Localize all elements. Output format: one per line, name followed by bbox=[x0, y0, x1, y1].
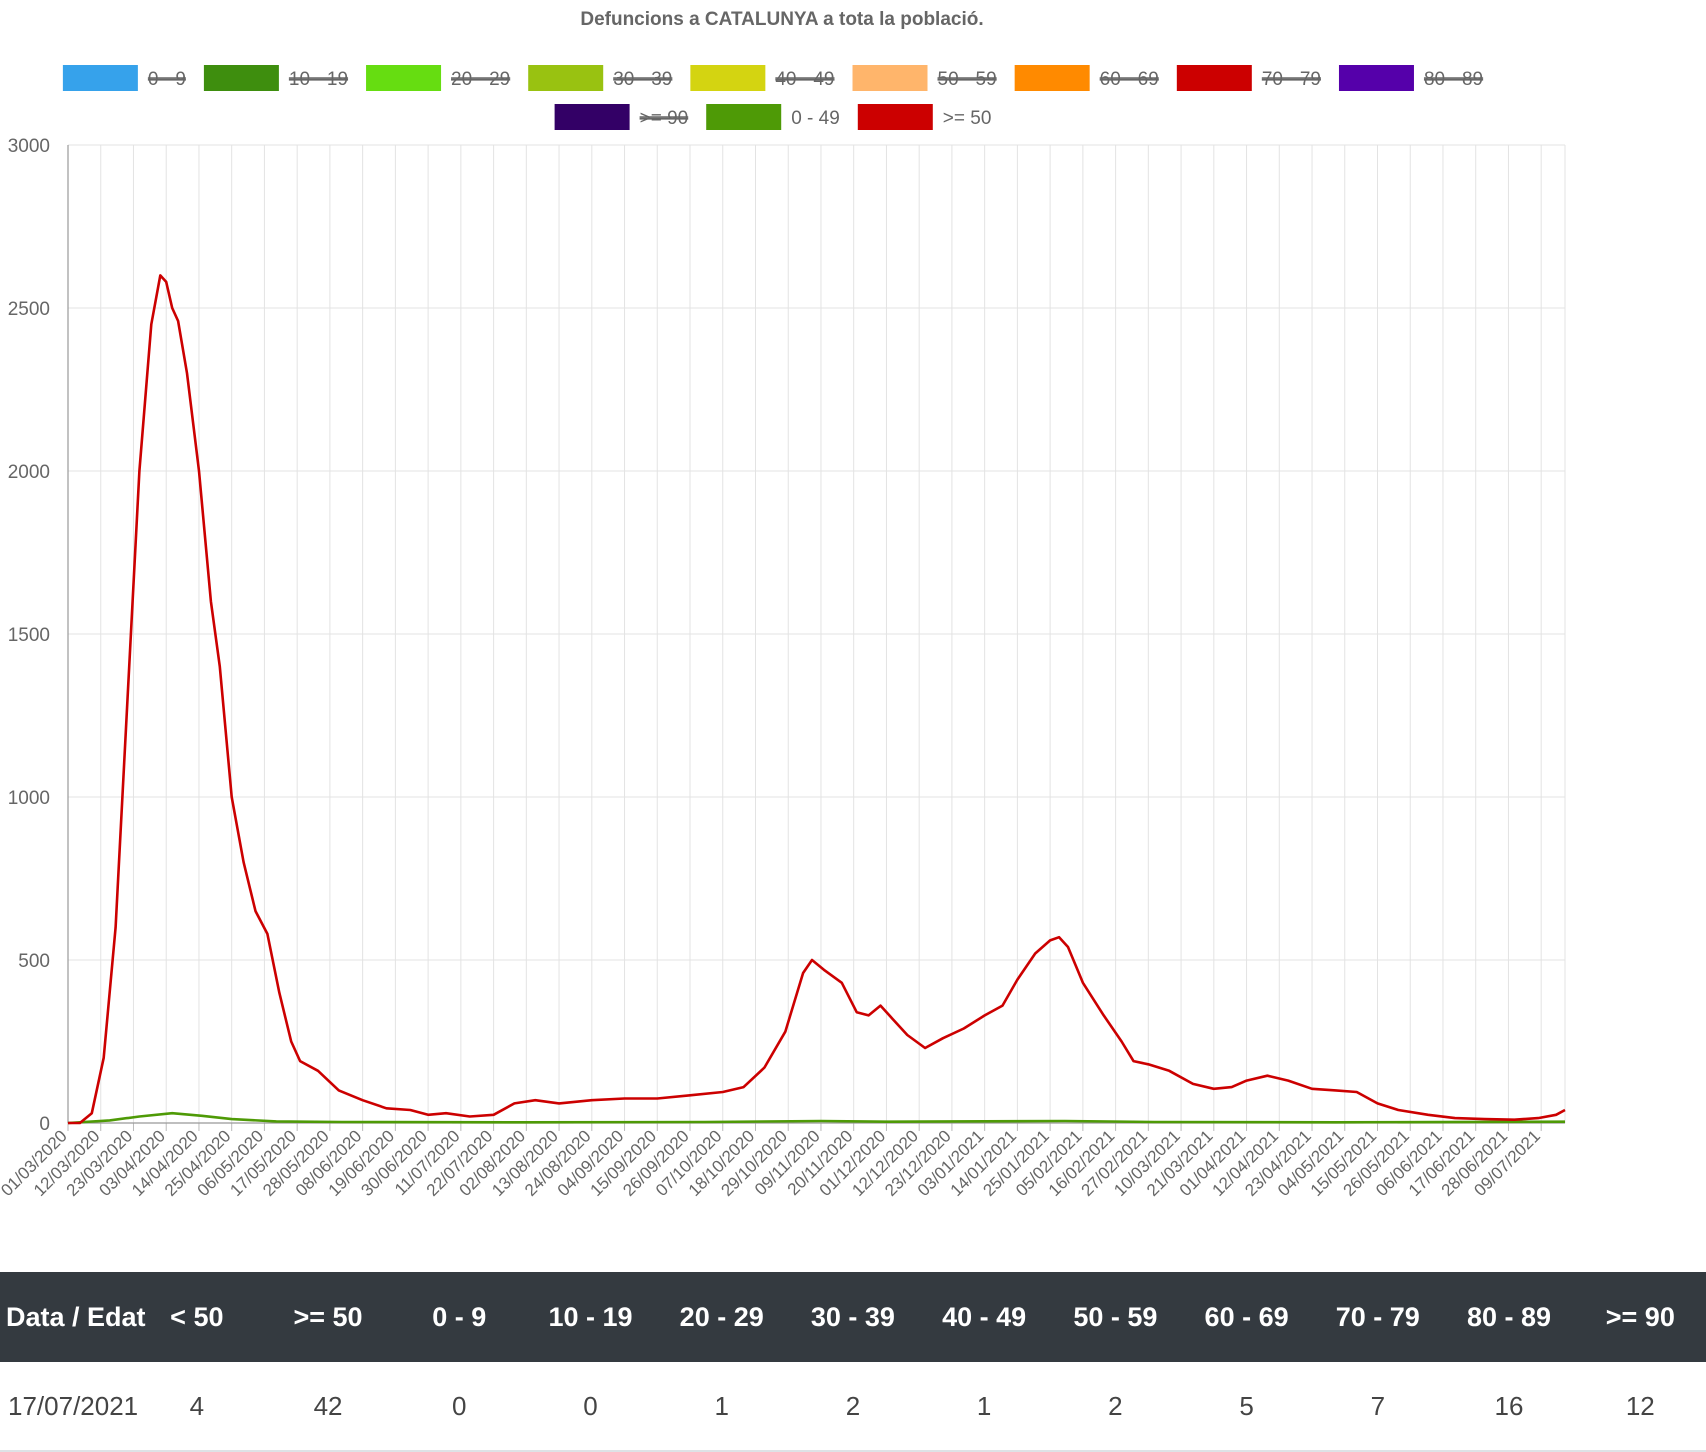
legend-swatch bbox=[857, 104, 933, 130]
table-header-cell: Data / Edat bbox=[0, 1272, 146, 1362]
legend-item[interactable]: 60 - 69 bbox=[1014, 65, 1159, 91]
chart-title: Defuncions a CATALUNYA a tota la poblaci… bbox=[580, 9, 983, 30]
legend-label: 10 - 19 bbox=[289, 69, 348, 90]
legend-item[interactable]: 30 - 39 bbox=[528, 65, 672, 91]
legend-swatch bbox=[706, 104, 782, 130]
y-tick-label: 2500 bbox=[8, 299, 50, 320]
chart-legend: 0 - 9 10 - 19 20 - 29 30 - 39 40 - 49 50 - 59… bbox=[62, 65, 1483, 130]
legend-swatch bbox=[690, 65, 766, 91]
legend-swatch bbox=[528, 65, 604, 91]
table-header-cell: 80 - 89 bbox=[1443, 1272, 1575, 1362]
legend-item[interactable]: 50 - 59 bbox=[852, 65, 997, 91]
y-tick-label: 1000 bbox=[8, 788, 50, 809]
chart-series bbox=[67, 274, 1566, 1125]
legend-label: >= 50 bbox=[943, 108, 992, 129]
y-tick-label: 2000 bbox=[8, 462, 50, 483]
table-header-cell: 60 - 69 bbox=[1180, 1272, 1313, 1362]
table-cell: 0 bbox=[393, 1362, 525, 1452]
table-cell: 0 bbox=[524, 1362, 657, 1452]
legend-label: 0 - 49 bbox=[791, 108, 840, 129]
legend-swatch bbox=[554, 104, 630, 130]
legend-label: 70 - 79 bbox=[1262, 69, 1321, 90]
legend-swatch bbox=[1176, 65, 1252, 91]
legend-item[interactable]: 80 - 89 bbox=[1338, 65, 1483, 91]
y-tick-label: 3000 bbox=[8, 136, 50, 157]
table-cell: 7 bbox=[1312, 1362, 1444, 1452]
table-cell: 2 bbox=[787, 1362, 919, 1452]
series-line-over-50 bbox=[68, 274, 1566, 1125]
table-header-cell: 10 - 19 bbox=[524, 1272, 657, 1362]
table-header-cell: >= 90 bbox=[1574, 1272, 1706, 1362]
table-cell: 1 bbox=[918, 1362, 1050, 1452]
table-header-cell: < 50 bbox=[131, 1272, 263, 1362]
legend-item[interactable]: 10 - 19 bbox=[203, 65, 348, 91]
legend-swatch bbox=[1338, 65, 1414, 91]
table-body: 17/07/2021 4 42 0 0 1 2 1 2 5 7 16 12 bbox=[0, 1362, 1706, 1452]
y-tick-label: 500 bbox=[18, 951, 50, 972]
deaths-line-chart: Defuncions a CATALUNYA a tota la poblaci… bbox=[0, 9, 1566, 1200]
legend-label: >= 90 bbox=[640, 108, 689, 129]
table-cell: 1 bbox=[656, 1362, 788, 1452]
table-header-cell: 0 - 9 bbox=[393, 1272, 525, 1362]
legend-item[interactable]: 40 - 49 bbox=[690, 65, 835, 91]
table-cell: 5 bbox=[1180, 1362, 1313, 1452]
legend-label: 20 - 29 bbox=[451, 69, 510, 90]
legend-swatch bbox=[1014, 65, 1090, 91]
legend-item[interactable]: >= 90 bbox=[554, 104, 689, 130]
series-line-under-50 bbox=[67, 1111, 1566, 1125]
table-cell: 42 bbox=[262, 1362, 394, 1452]
table-row: 17/07/2021 4 42 0 0 1 2 1 2 5 7 16 12 bbox=[0, 1362, 1706, 1452]
chart-axes: 05001000150020002500300001/03/202012/03/… bbox=[0, 136, 1565, 1200]
table-header-cell: >= 50 bbox=[262, 1272, 394, 1362]
legend-item[interactable]: 0 - 9 bbox=[62, 65, 186, 91]
legend-label: 80 - 89 bbox=[1424, 69, 1483, 90]
legend-swatch bbox=[203, 65, 279, 91]
legend-item[interactable]: 20 - 29 bbox=[366, 65, 510, 91]
table-cell: 2 bbox=[1049, 1362, 1181, 1452]
table-cell: 4 bbox=[131, 1362, 263, 1452]
legend-item[interactable]: 70 - 79 bbox=[1176, 65, 1321, 91]
table-header-cell: 20 - 29 bbox=[656, 1272, 788, 1362]
legend-swatch bbox=[366, 65, 442, 91]
table-header-cell: 50 - 59 bbox=[1049, 1272, 1181, 1362]
table-cell: 17/07/2021 bbox=[0, 1362, 138, 1452]
legend-label: 40 - 49 bbox=[775, 69, 834, 90]
table-header-row: Data / Edat < 50 >= 50 0 - 9 10 - 19 20 - 29 3… bbox=[0, 1272, 1706, 1362]
table-header-cell: 30 - 39 bbox=[787, 1272, 919, 1362]
deaths-by-age-table: Data / Edat < 50 >= 50 0 - 9 10 - 19 20 - 29 3… bbox=[0, 1272, 1706, 1452]
y-tick-label: 1500 bbox=[8, 625, 50, 646]
legend-swatch bbox=[62, 65, 138, 91]
table-header-cell: 70 - 79 bbox=[1312, 1272, 1444, 1362]
legend-label: 60 - 69 bbox=[1100, 69, 1159, 90]
table-cell: 12 bbox=[1574, 1362, 1706, 1452]
legend-item[interactable]: >= 50 bbox=[857, 104, 992, 130]
legend-label: 0 - 9 bbox=[148, 69, 186, 90]
table-header-cell: 40 - 49 bbox=[918, 1272, 1050, 1362]
legend-swatch bbox=[852, 65, 928, 91]
legend-item[interactable]: 0 - 49 bbox=[706, 104, 840, 130]
legend-label: 50 - 59 bbox=[938, 69, 997, 90]
chart-grid bbox=[67, 144, 1566, 1124]
y-tick-label: 0 bbox=[39, 1114, 50, 1135]
legend-label: 30 - 39 bbox=[613, 69, 672, 90]
table-cell: 16 bbox=[1443, 1362, 1575, 1452]
